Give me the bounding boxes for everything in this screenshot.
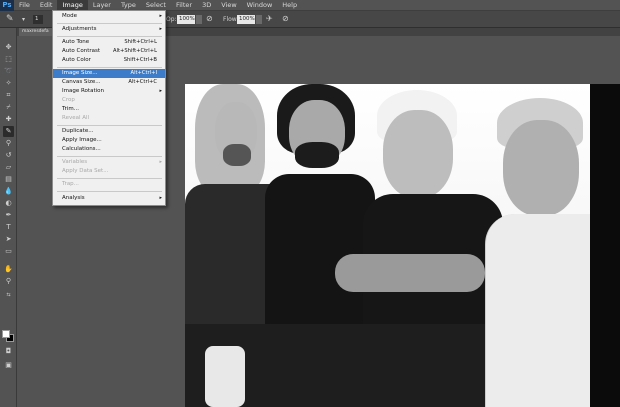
brush-icon[interactable]: ✎	[6, 14, 14, 24]
menu-3d[interactable]: 3D	[197, 0, 216, 11]
quick-mask-icon[interactable]: ◘	[3, 346, 14, 357]
hand-tool-icon[interactable]: ✋	[3, 264, 14, 275]
airbrush-icon[interactable]: ✈	[266, 14, 273, 23]
panel-edge	[590, 84, 620, 407]
healing-brush-tool-icon[interactable]: ✚	[3, 114, 14, 125]
menu-item-apply-image[interactable]: Apply Image...	[53, 136, 165, 145]
lasso-tool-icon[interactable]: ➰	[3, 66, 14, 77]
menu-separator	[57, 36, 162, 37]
flow-dropdown[interactable]	[256, 15, 262, 24]
menu-image[interactable]: Image	[57, 0, 88, 11]
image-menu-dropdown: Mode ▸ Adjustments ▸ Auto Tone Shift+Ctr…	[52, 10, 166, 206]
opacity-label: Op:	[166, 16, 177, 23]
photoshop-logo: Ps	[0, 0, 14, 11]
menu-file[interactable]: File	[14, 0, 35, 11]
submenu-arrow-icon: ▸	[159, 26, 162, 32]
history-brush-tool-icon[interactable]: ↺	[3, 150, 14, 161]
document-tab[interactable]: maxresdefa	[19, 28, 55, 36]
menu-separator	[57, 23, 162, 24]
dodge-tool-icon[interactable]: ◐	[3, 198, 14, 209]
menu-help[interactable]: Help	[277, 0, 302, 11]
shape-tool-icon[interactable]: ▭	[3, 246, 14, 257]
magic-wand-tool-icon[interactable]: ✧	[3, 78, 14, 89]
move-tool-icon[interactable]: ✥	[3, 42, 14, 53]
brush-size-picker[interactable]: 1	[33, 15, 43, 24]
eraser-tool-icon[interactable]: ▱	[3, 162, 14, 173]
path-selection-tool-icon[interactable]: ➤	[3, 234, 14, 245]
band-photo[interactable]	[185, 84, 617, 407]
menu-item-auto-tone[interactable]: Auto Tone Shift+Ctrl+L	[53, 38, 165, 47]
zoom-tool-icon[interactable]: ⚲	[3, 276, 14, 287]
foreground-color-swatch[interactable]	[2, 330, 10, 338]
chevron-down-icon[interactable]: ▾	[22, 16, 25, 23]
menu-select[interactable]: Select	[141, 0, 171, 11]
submenu-arrow-icon: ▸	[159, 159, 162, 165]
menu-item-auto-color[interactable]: Auto Color Shift+Ctrl+B	[53, 56, 165, 65]
submenu-arrow-icon: ▸	[159, 195, 162, 201]
pen-tool-icon[interactable]: ✒	[3, 210, 14, 221]
menu-item-apply-data-set[interactable]: Apply Data Set...	[53, 167, 165, 176]
menu-separator	[57, 191, 162, 192]
menu-item-trap[interactable]: Trap...	[53, 180, 165, 189]
menu-item-image-rotation[interactable]: Image Rotation ▸	[53, 87, 165, 96]
tools-panel: ✥ ⬚ ➰ ✧ ⌗ ⌿ ✚ ✎ ⚲ ↺ ▱ ▤ 💧 ◐ ✒ T ➤ ▭ ✋ ⚲ …	[0, 28, 17, 407]
person-1-beard	[223, 144, 251, 166]
opacity-input[interactable]: 100%	[177, 15, 195, 24]
pressure-opacity-icon[interactable]: ⊘	[206, 14, 213, 23]
menu-item-calculations[interactable]: Calculations...	[53, 145, 165, 154]
menu-layer[interactable]: Layer	[88, 0, 116, 11]
menu-item-image-size[interactable]: Image Size... Alt+Ctrl+I	[53, 69, 165, 78]
marquee-tool-icon[interactable]: ⬚	[3, 54, 14, 65]
menu-separator	[57, 125, 162, 126]
white-sock	[205, 346, 245, 407]
eyedropper-tool-icon[interactable]: ⌿	[3, 102, 14, 113]
blur-tool-icon[interactable]: 💧	[3, 186, 14, 197]
menu-item-crop[interactable]: Crop	[53, 96, 165, 105]
menu-item-trim[interactable]: Trim...	[53, 105, 165, 114]
submenu-arrow-icon: ▸	[159, 13, 162, 19]
crop-tool-icon[interactable]: ⌗	[3, 90, 14, 101]
gradient-tool-icon[interactable]: ▤	[3, 174, 14, 185]
menu-separator	[57, 156, 162, 157]
pressure-size-icon[interactable]: ⊘	[282, 14, 289, 23]
menu-filter[interactable]: Filter	[171, 0, 197, 11]
brush-tool-icon[interactable]: ✎	[3, 126, 14, 137]
menu-item-auto-contrast[interactable]: Auto Contrast Alt+Shift+Ctrl+L	[53, 47, 165, 56]
swap-colors-icon[interactable]: ⇆	[3, 290, 14, 301]
screen-mode-icon[interactable]: ▣	[3, 360, 14, 371]
menu-edit[interactable]: Edit	[35, 0, 58, 11]
person-4-face	[503, 120, 579, 216]
type-tool-icon[interactable]: T	[3, 222, 14, 233]
menu-separator	[57, 178, 162, 179]
flow-input[interactable]: 100%	[237, 15, 255, 24]
menu-separator	[57, 67, 162, 68]
menu-item-reveal-all[interactable]: Reveal All	[53, 114, 165, 123]
submenu-arrow-icon: ▸	[159, 88, 162, 94]
person-3-tattooed-arm	[335, 254, 485, 292]
menu-item-duplicate[interactable]: Duplicate...	[53, 127, 165, 136]
menu-type[interactable]: Type	[116, 0, 141, 11]
menu-view[interactable]: View	[216, 0, 241, 11]
person-3-face	[383, 110, 453, 198]
menu-item-canvas-size[interactable]: Canvas Size... Alt+Ctrl+C	[53, 78, 165, 87]
menu-item-adjustments[interactable]: Adjustments ▸	[53, 25, 165, 34]
person-2-beard	[295, 142, 339, 168]
opacity-dropdown[interactable]	[196, 15, 202, 24]
clone-stamp-tool-icon[interactable]: ⚲	[3, 138, 14, 149]
menu-window[interactable]: Window	[242, 0, 278, 11]
menu-item-variables[interactable]: Variables ▸	[53, 158, 165, 167]
menu-item-mode[interactable]: Mode ▸	[53, 12, 165, 21]
menu-item-analysis[interactable]: Analysis ▸	[53, 194, 165, 203]
